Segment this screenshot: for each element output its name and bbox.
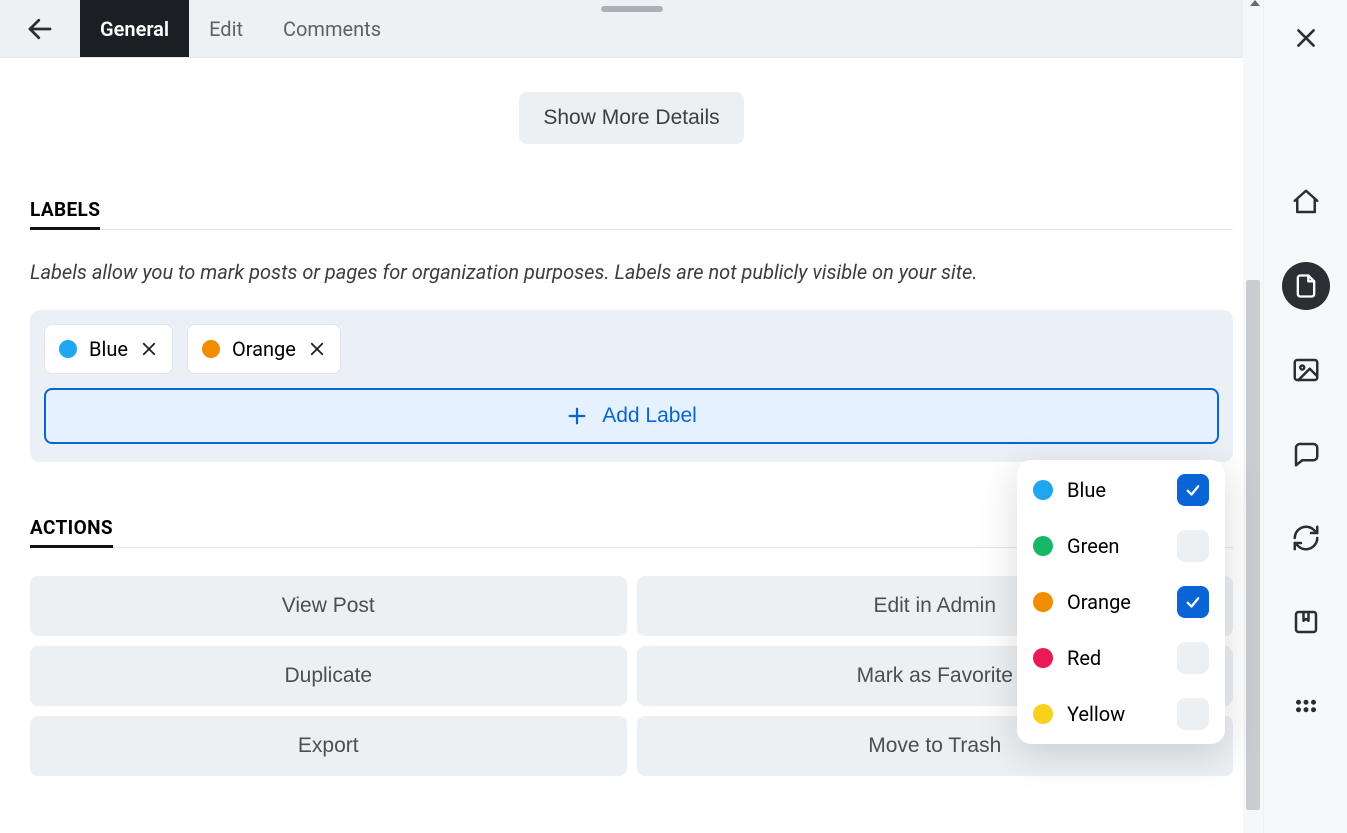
tab-edit[interactable]: Edit [189,0,263,57]
action-export[interactable]: Export [30,716,627,776]
label-option-yellow[interactable]: Yellow [1033,698,1209,730]
label-chip-blue: Blue [44,324,173,374]
chip-label: Blue [89,337,128,361]
image-icon [1291,355,1321,385]
bookmark-panel-icon [1291,607,1321,637]
rail-comments-button[interactable] [1282,430,1330,478]
scrollbar-thumb[interactable] [1246,280,1260,810]
option-label: Red [1067,646,1163,670]
page-icon [1292,272,1320,300]
checkbox-unchecked[interactable] [1177,530,1209,562]
action-view-post[interactable]: View Post [30,576,627,636]
divider [30,229,1233,230]
checkbox-unchecked[interactable] [1177,642,1209,674]
blue-dot-icon [59,340,77,358]
show-more-details-button[interactable]: Show More Details [519,92,743,144]
rail-home-button[interactable] [1282,178,1330,226]
close-icon [308,340,326,358]
close-panel-button[interactable] [1282,14,1330,62]
actions-section-title: ACTIONS [30,516,113,548]
add-label-text: Add Label [602,404,697,428]
rail-bookmarks-button[interactable] [1282,598,1330,646]
grid-dots-icon [1291,691,1321,721]
option-label: Blue [1067,478,1163,502]
green-dot-icon [1033,536,1053,556]
checkbox-unchecked[interactable] [1177,698,1209,730]
label-option-orange[interactable]: Orange [1033,586,1209,618]
close-icon [140,340,158,358]
chips-row: Blue Orange [44,324,1219,374]
option-label: Green [1067,534,1163,558]
rail-media-button[interactable] [1282,346,1330,394]
labels-box: Blue Orange [30,310,1233,462]
checkbox-checked[interactable] [1177,586,1209,618]
remove-label-orange[interactable] [308,340,326,358]
top-tab-bar: General Edit Comments [0,0,1263,58]
option-label: Orange [1067,590,1163,614]
orange-dot-icon [1033,592,1053,612]
add-label-button[interactable]: Add Label [44,388,1219,444]
arrow-left-icon [25,14,55,44]
chip-label: Orange [232,337,296,361]
label-option-red[interactable]: Red [1033,642,1209,674]
labels-help-text: Labels allow you to mark posts or pages … [30,258,1233,286]
label-chip-orange: Orange [187,324,341,374]
drag-handle[interactable] [601,6,663,12]
label-option-blue[interactable]: Blue [1033,474,1209,506]
option-label: Yellow [1067,702,1163,726]
plus-icon [566,405,588,427]
scrollbar-track[interactable] [1243,0,1263,833]
back-button[interactable] [0,0,80,57]
home-icon [1291,187,1321,217]
rail-sync-button[interactable] [1282,514,1330,562]
action-duplicate[interactable]: Duplicate [30,646,627,706]
orange-dot-icon [202,340,220,358]
labels-section: LABELS Labels allow you to mark posts or… [0,198,1263,462]
red-dot-icon [1033,648,1053,668]
checkbox-checked[interactable] [1177,474,1209,506]
label-options-popover: Blue Green Orange Red [1017,460,1225,744]
close-icon [1293,25,1319,51]
rail-pages-button[interactable] [1282,262,1330,310]
sync-icon [1291,523,1321,553]
chat-icon [1291,439,1321,469]
tab-comments[interactable]: Comments [263,0,401,57]
yellow-dot-icon [1033,704,1053,724]
check-icon [1184,481,1202,499]
right-nav-rail [1263,0,1347,833]
blue-dot-icon [1033,480,1053,500]
rail-apps-button[interactable] [1282,682,1330,730]
check-icon [1184,593,1202,611]
labels-section-title: LABELS [30,198,100,230]
remove-label-blue[interactable] [140,340,158,358]
tab-general[interactable]: General [80,0,189,57]
label-option-green[interactable]: Green [1033,530,1209,562]
